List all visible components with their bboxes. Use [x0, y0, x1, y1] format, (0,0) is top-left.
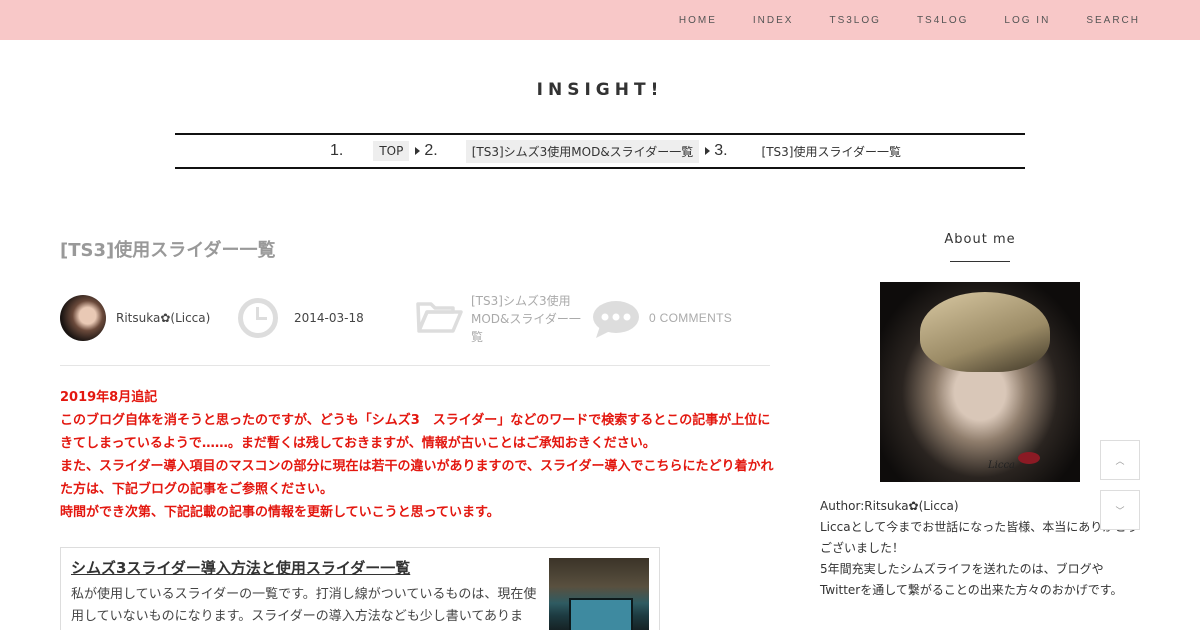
site-title[interactable]: INSIGHT! — [0, 80, 1200, 100]
chevron-up-icon: ︿ — [1115, 456, 1125, 467]
link-card-thumbnail[interactable] — [549, 558, 649, 630]
post-title: [TS3]使用スライダー一覧 — [60, 240, 276, 261]
notice-line: このブログ自体を消そうと思ったのですが、どうも「シムズ3 スライダー」などのワー… — [60, 413, 771, 451]
profile-line: Author:Ritsuka✿(Licca) — [820, 499, 959, 513]
nav-ts4log-link[interactable]: TS4LOG — [917, 15, 968, 26]
top-bar: HOME INDEX TS3LOG TS4LOG LOG IN SEARCH — [0, 0, 1200, 40]
sidebar-divider — [950, 261, 1010, 262]
top-nav: HOME INDEX TS3LOG TS4LOG LOG IN SEARCH — [679, 0, 1140, 40]
update-notice: 2019年8月追記 このブログ自体を消そうと思ったのですが、どうも「シムズ3 ス… — [60, 386, 775, 524]
breadcrumb-category-link[interactable]: [TS3]シムズ3使用MOD&スライダー一覧 — [465, 139, 700, 163]
link-card-description: 私が使用しているスライダーの一覧です。打消し線がついているものは、現在使用してい… — [71, 587, 537, 624]
breadcrumb-arrow-icon — [705, 147, 711, 155]
post-meta: Ritsuka✿(Licca) 2014-03-18 [TS3]シムズ3使用MO… — [60, 292, 770, 366]
post-comments-link[interactable]: 0 COMMENTS — [649, 311, 732, 325]
nav-search-link[interactable]: SEARCH — [1086, 15, 1140, 26]
lip-tattoo — [1018, 452, 1040, 464]
scroll-down-button[interactable]: ﹀ — [1100, 490, 1140, 530]
comment-bubble-icon — [593, 301, 639, 338]
clock-icon — [238, 298, 278, 338]
profile-line: Liccaとして今までお世話になった皆様、本当にありがとうございました！ — [820, 520, 1139, 555]
nav-ts3log-link[interactable]: TS3LOG — [829, 15, 880, 26]
link-card-title[interactable]: シムズ3スライダー導入方法と使用スライダー一覧 — [71, 557, 410, 578]
profile-text: Author:Ritsuka✿(Licca) Liccaとして今までお世話になっ… — [820, 496, 1140, 601]
link-card[interactable]: シムズ3スライダー導入方法と使用スライダー一覧 私が使用しているスライダーの一覧… — [60, 547, 660, 630]
breadcrumb: 1. TOP 2. [TS3]シムズ3使用MOD&スライダー一覧 3. [TS3… — [175, 133, 1025, 169]
post-date: 2014-03-18 — [294, 311, 364, 325]
post-author[interactable]: Ritsuka✿(Licca) — [116, 311, 210, 325]
breadcrumb-current: [TS3]使用スライダー一覧 — [761, 144, 902, 159]
breadcrumb-number: 2. — [424, 142, 438, 159]
notice-line: また、スライダー導入項目のマスコンの部分に現在は若干の違いがありますので、スライ… — [60, 459, 774, 497]
notice-line: 時間ができ次第、下記記載の記事の情報を更新していこうと思っています。 — [60, 505, 500, 520]
profile-photo-caption: Licca — [988, 460, 1016, 471]
notice-line: 2019年8月追記 — [60, 390, 158, 405]
folder-icon — [416, 302, 463, 333]
breadcrumb-arrow-icon — [415, 147, 421, 155]
nav-home-link[interactable]: HOME — [679, 15, 717, 26]
sidebar-title: About me — [944, 232, 1016, 247]
author-avatar[interactable] — [60, 295, 106, 341]
chevron-down-icon: ﹀ — [1115, 506, 1125, 517]
profile-line: 5年間充実したシムズライフを送れたのは、ブログやTwitterを通して繋がること… — [820, 562, 1123, 597]
breadcrumb-number: 3. — [714, 142, 728, 159]
profile-photo: Licca — [880, 282, 1080, 482]
nav-index-link[interactable]: INDEX — [753, 15, 794, 26]
scroll-up-button[interactable]: ︿ — [1100, 440, 1140, 480]
breadcrumb-number: 1. — [330, 142, 344, 159]
post-category-link[interactable]: [TS3]シムズ3使用MOD&スライダー一覧 — [471, 292, 586, 346]
nav-login-link[interactable]: LOG IN — [1004, 15, 1050, 26]
breadcrumb-top-link[interactable]: TOP — [373, 141, 410, 161]
